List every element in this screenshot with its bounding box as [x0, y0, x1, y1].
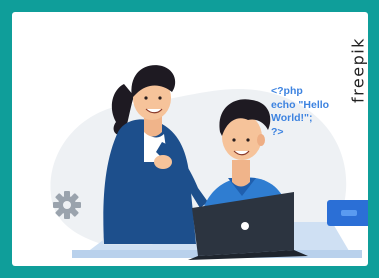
gear-icon: [53, 191, 81, 219]
illustration-card: <?php echo "Hello World!"; ?> freepik: [12, 12, 368, 266]
code-snippet: <?php echo "Hello World!"; ?>: [271, 85, 329, 139]
code-line: echo "Hello: [271, 98, 330, 111]
code-line: <?php: [271, 85, 303, 97]
illustration-scene: [50, 65, 368, 260]
code-line: World!";: [271, 112, 313, 124]
code-line: ?>: [271, 125, 284, 138]
button-icon: [327, 200, 368, 226]
freepik-watermark: freepik: [348, 37, 368, 103]
